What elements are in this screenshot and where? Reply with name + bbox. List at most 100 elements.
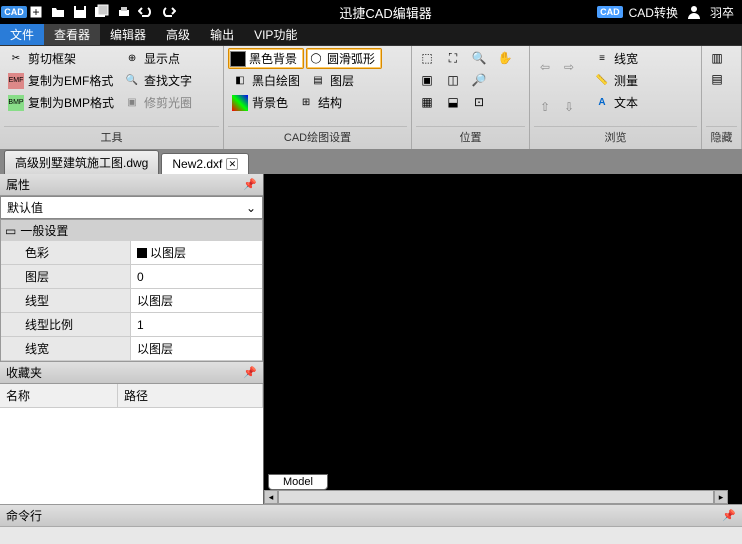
center-icon[interactable]: ⊡	[468, 92, 490, 112]
ribbon-group-tools: ✂剪切框架 EMF复制为EMF格式 BMP复制为BMP格式 ⊕显示点 🔍查找文字…	[0, 46, 224, 149]
save-icon[interactable]	[70, 2, 90, 22]
fav-col-path[interactable]: 路径	[118, 384, 263, 407]
ribbon-group-cad: 黑色背景 ◯圆滑弧形 ◧黑白绘图 ▤图层 背景色 ⊞结构 CAD绘图设置	[224, 46, 412, 149]
chevron-down-icon: ⌄	[246, 201, 256, 215]
scroll-right-icon[interactable]: ▸	[714, 490, 728, 504]
pin-icon[interactable]: 📌	[243, 366, 257, 379]
open-icon[interactable]	[48, 2, 68, 22]
undo-icon[interactable]	[136, 2, 156, 22]
prop-row-linescale[interactable]: 线型比例1	[1, 313, 262, 337]
redo-icon[interactable]	[158, 2, 178, 22]
fav-col-name[interactable]: 名称	[0, 384, 118, 407]
doctab-1[interactable]: 高级别墅建筑施工图.dwg	[4, 150, 159, 174]
point-icon: ⊕	[124, 51, 140, 67]
linewidth-button[interactable]: ≡线宽	[590, 48, 642, 69]
black-bg-toggle[interactable]: 黑色背景	[228, 48, 304, 69]
nav-up-icon: ⇧	[534, 97, 556, 117]
bw-draw-button[interactable]: ◧黑白绘图	[228, 70, 304, 91]
properties-grid: ▭一般设置 色彩以图层 图层0 线型以图层 线型比例1 线宽以图层	[0, 219, 263, 362]
ribbon-group-position-label: 位置	[416, 126, 525, 147]
black-bg-icon	[230, 51, 246, 67]
properties-header: 属性 📌	[0, 174, 263, 196]
horizontal-scrollbar[interactable]: ◂ ▸	[264, 490, 728, 504]
left-panel: 属性 📌 默认值 ⌄ ▭一般设置 色彩以图层 图层0 线型以图层 线型比例1 线…	[0, 174, 264, 504]
select-icon[interactable]: ⬓	[442, 92, 464, 112]
user-name[interactable]: 羽卒	[710, 4, 734, 21]
nav-left-icon: ⇦	[534, 57, 556, 77]
ribbon-group-hide: ▥ ▤ 隐藏	[702, 46, 742, 149]
zoom-all-icon[interactable]: ◫	[442, 70, 464, 90]
menu-editor[interactable]: 编辑器	[100, 24, 156, 45]
favorites-header: 收藏夹 📌	[0, 362, 263, 384]
zoom-fit-icon[interactable]: ▣	[416, 70, 438, 90]
arc-icon: ◯	[308, 51, 324, 67]
measure-button[interactable]: 📏测量	[590, 70, 642, 91]
hide-icon-1[interactable]: ▥	[706, 48, 728, 68]
document-tabs: 高级别墅建筑施工图.dwg New2.dxf✕	[0, 150, 742, 174]
prop-row-linewidth[interactable]: 线宽以图层	[1, 337, 262, 361]
title-bar: CAD + 迅捷CAD编辑器 CAD CAD转换 羽卒	[0, 0, 742, 24]
clip-icon: ✂	[8, 51, 24, 67]
pin-icon[interactable]: 📌	[243, 178, 257, 191]
menu-file[interactable]: 文件	[0, 24, 44, 45]
trim-aperture-button: ▣修剪光圈	[120, 92, 196, 113]
prop-row-layer[interactable]: 图层0	[1, 265, 262, 289]
drawing-viewport[interactable]: Model ◂ ▸	[264, 174, 742, 504]
find-icon: 🔍	[124, 73, 140, 89]
layer-button[interactable]: ▤图层	[306, 70, 358, 91]
region-icon[interactable]: ▦	[416, 92, 438, 112]
model-tab[interactable]: Model	[268, 474, 328, 490]
bmp-icon: BMP	[8, 95, 24, 111]
prop-row-color[interactable]: 色彩以图层	[1, 241, 262, 265]
bgcolor-icon	[232, 95, 248, 111]
show-point-button[interactable]: ⊕显示点	[120, 48, 196, 69]
nav-down-icon: ⇩	[558, 97, 580, 117]
menu-bar: 文件 查看器 编辑器 高级 输出 VIP功能	[0, 24, 742, 46]
scroll-left-icon[interactable]: ◂	[264, 490, 278, 504]
structure-icon: ⊞	[298, 95, 314, 111]
command-line-panel: 命令行 📌	[0, 504, 742, 544]
linewidth-icon: ≡	[594, 51, 610, 67]
find-text-button[interactable]: 🔍查找文字	[120, 70, 196, 91]
close-icon[interactable]: ✕	[226, 158, 238, 170]
print-icon[interactable]	[114, 2, 134, 22]
copy-bmp-button[interactable]: BMP复制为BMP格式	[4, 92, 118, 113]
prop-row-linetype[interactable]: 线型以图层	[1, 289, 262, 313]
menu-advanced[interactable]: 高级	[156, 24, 200, 45]
zoom-in-icon[interactable]: 🔍	[468, 48, 490, 68]
hide-icon-2[interactable]: ▤	[706, 69, 728, 89]
collapse-icon: ▭	[5, 224, 16, 238]
ribbon: ✂剪切框架 EMF复制为EMF格式 BMP复制为BMP格式 ⊕显示点 🔍查找文字…	[0, 46, 742, 150]
nav-right-icon: ⇨	[558, 57, 580, 77]
bg-color-button[interactable]: 背景色	[228, 92, 292, 113]
clip-frame-button[interactable]: ✂剪切框架	[4, 48, 118, 69]
ribbon-group-browse-label: 浏览	[534, 126, 697, 147]
svg-text:+: +	[32, 5, 39, 19]
save-all-icon[interactable]	[92, 2, 112, 22]
menu-output[interactable]: 输出	[200, 24, 244, 45]
default-value-select[interactable]: 默认值 ⌄	[0, 196, 263, 219]
user-icon[interactable]	[684, 2, 704, 22]
zoom-out-icon[interactable]: 🔎	[468, 70, 490, 90]
color-swatch-icon	[137, 248, 147, 258]
ribbon-group-cad-label: CAD绘图设置	[228, 126, 407, 147]
prop-section-general[interactable]: ▭一般设置	[1, 220, 262, 241]
favorites-grid: 名称 路径	[0, 384, 263, 504]
smooth-arc-toggle[interactable]: ◯圆滑弧形	[306, 48, 382, 69]
text-icon: A	[594, 95, 610, 111]
pin-icon[interactable]: 📌	[722, 509, 736, 522]
copy-emf-button[interactable]: EMF复制为EMF格式	[4, 70, 118, 91]
doctab-2[interactable]: New2.dxf✕	[161, 153, 249, 174]
scroll-track[interactable]	[278, 490, 714, 504]
structure-button[interactable]: ⊞结构	[294, 92, 346, 113]
zoom-extents-icon[interactable]: ⛶	[442, 48, 464, 68]
command-line-header: 命令行 📌	[0, 505, 742, 527]
menu-vip[interactable]: VIP功能	[244, 24, 307, 45]
text-button[interactable]: A文本	[590, 92, 642, 113]
pan-icon[interactable]: ✋	[494, 48, 516, 68]
cad-convert-button[interactable]: CAD转换	[629, 4, 678, 21]
trim-icon: ▣	[124, 95, 140, 111]
new-icon[interactable]: +	[26, 2, 46, 22]
zoom-window-icon[interactable]: ⬚	[416, 48, 438, 68]
menu-viewer[interactable]: 查看器	[44, 24, 100, 45]
